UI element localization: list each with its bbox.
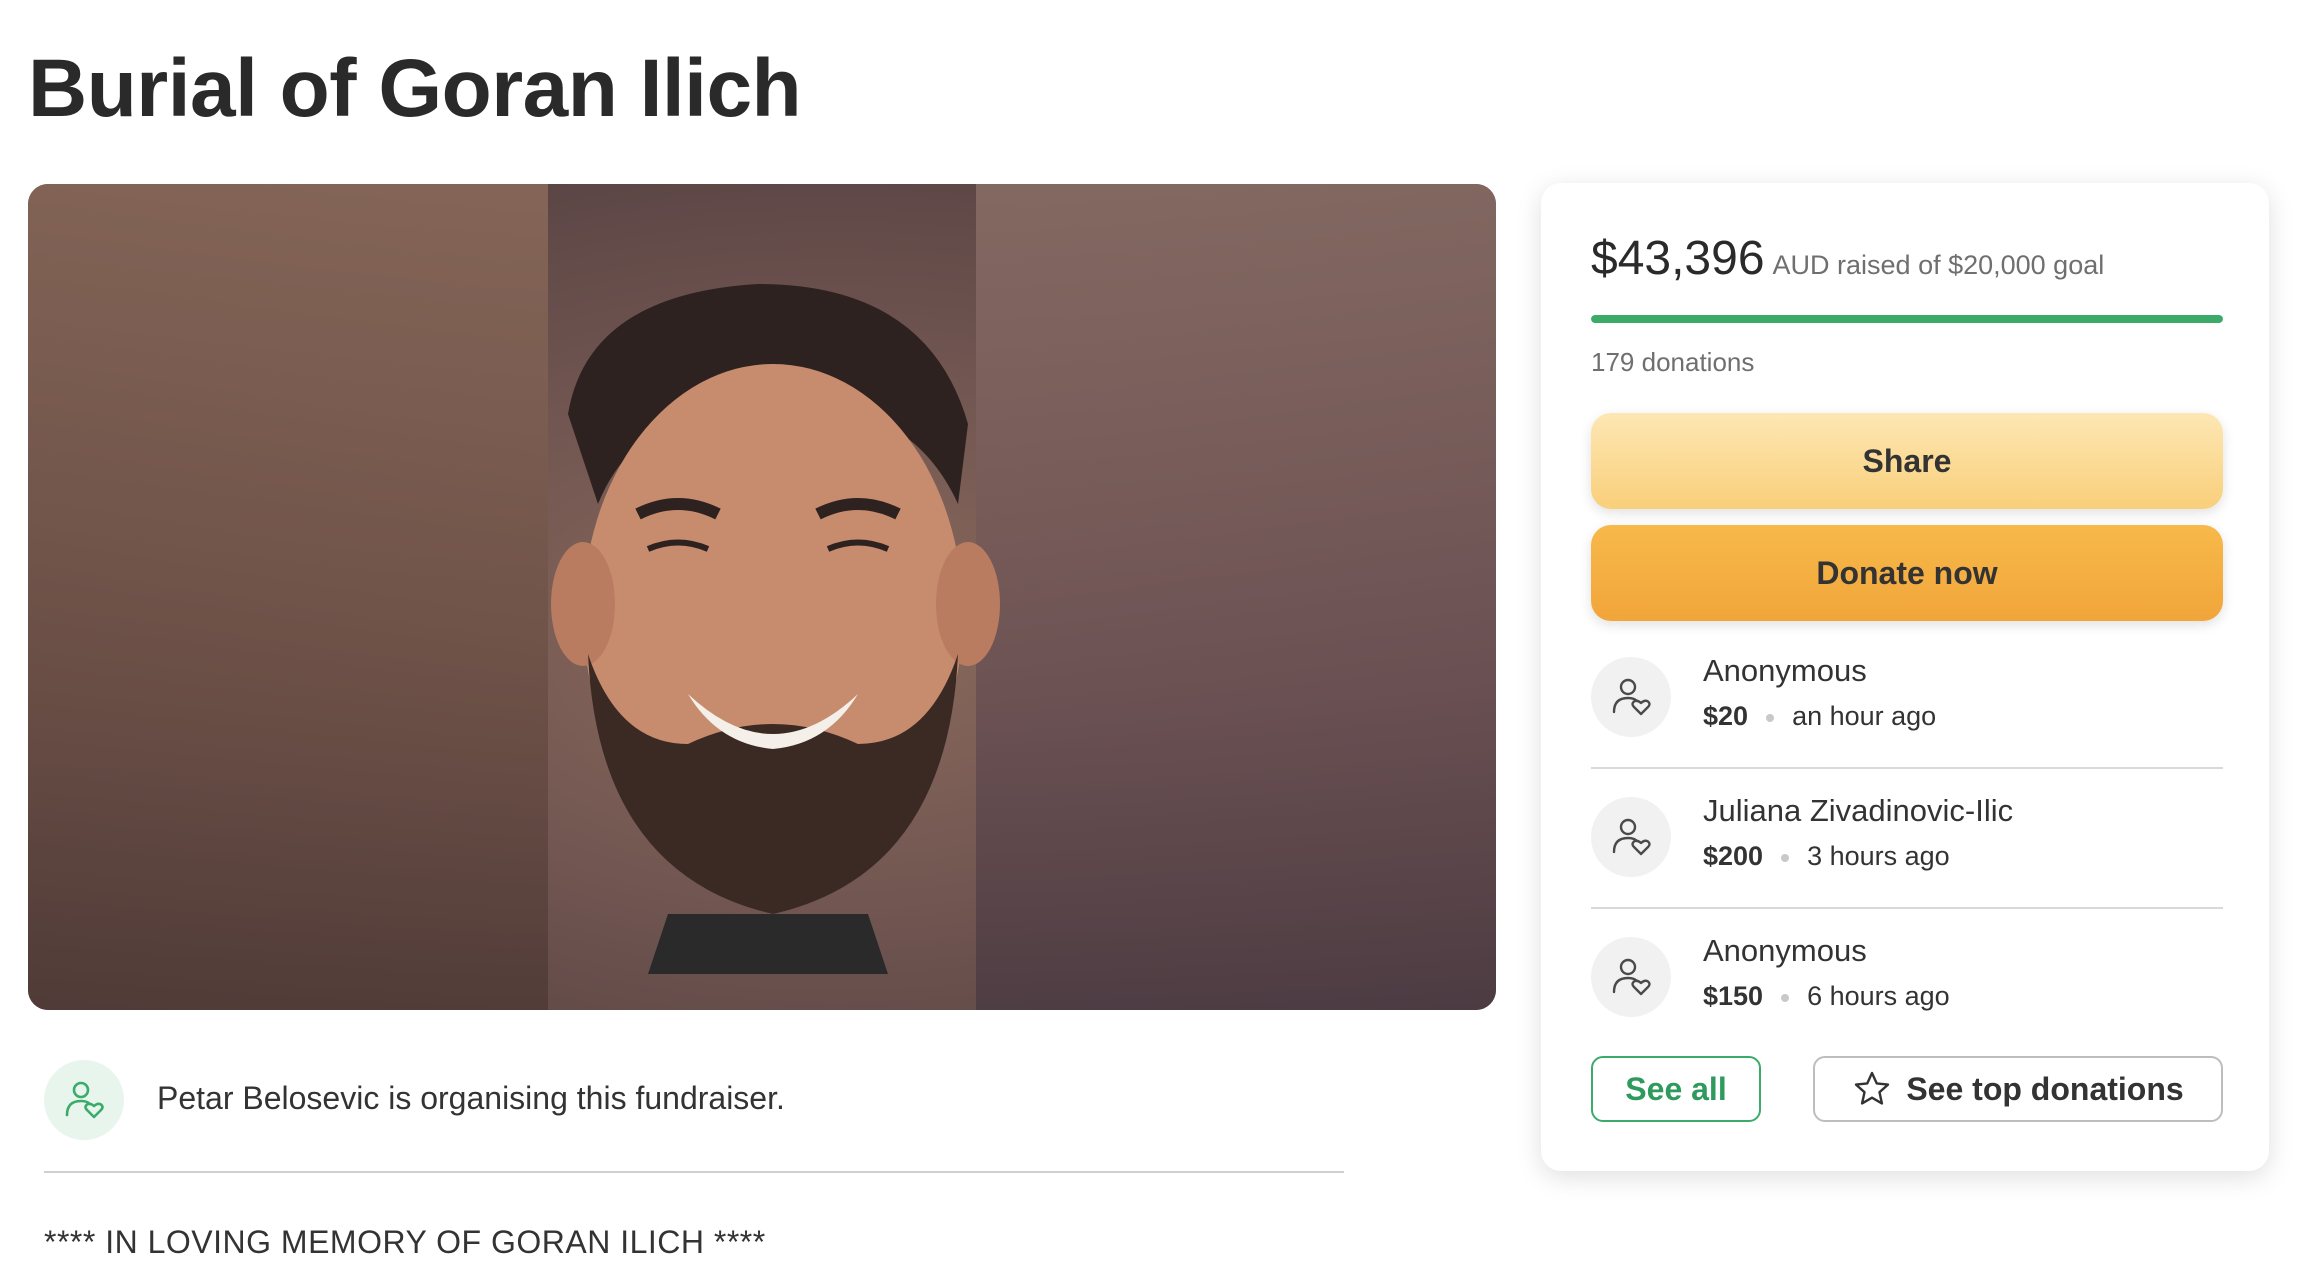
goal-text: AUD raised of $20,000 goal <box>1772 250 2105 280</box>
donation-meta: $200 3 hours ago <box>1703 841 1950 872</box>
donation-meta: $150 6 hours ago <box>1703 981 1950 1012</box>
donation-time: an hour ago <box>1792 701 1937 731</box>
amount-raised: $43,396 <box>1591 232 1765 285</box>
donation-item: Anonymous $20 an hour ago <box>1591 649 2223 749</box>
page-title: Burial of Goran Ilich <box>28 43 802 134</box>
person-heart-icon <box>65 1081 104 1119</box>
progress-bar <box>1591 315 2223 323</box>
portrait-illustration <box>551 284 1000 974</box>
divider <box>44 1171 1344 1173</box>
donation-time: 6 hours ago <box>1807 981 1950 1011</box>
organiser-avatar <box>44 1060 124 1140</box>
share-button[interactable]: Share <box>1591 413 2223 509</box>
star-icon <box>1855 1071 1890 1105</box>
donor-name: Anonymous <box>1703 653 1867 688</box>
donation-amount: $20 <box>1703 701 1749 731</box>
donor-name: Anonymous <box>1703 933 1867 968</box>
donor-name: Juliana Zivadinovic-Ilic <box>1703 793 2014 828</box>
fundraiser-photo <box>28 184 1496 1010</box>
donate-now-button[interactable]: Donate now <box>1591 525 2223 621</box>
donor-avatar <box>1591 937 1671 1017</box>
donation-card: $43,396 AUD raised of $20,000 goal 179 do… <box>1541 183 2269 1171</box>
organiser-text: Petar Belosevic is organising this fundr… <box>157 1080 785 1116</box>
donation-item: Juliana Zivadinovic-Ilic $200 3 hours ago <box>1591 789 2223 889</box>
donor-avatar <box>1591 797 1671 877</box>
donation-divider <box>1591 767 2223 769</box>
see-top-donations-label: See top donations <box>1906 1070 2184 1107</box>
donation-time: 3 hours ago <box>1807 841 1950 871</box>
organiser-row: Petar Belosevic is organising this fundr… <box>44 1060 1344 1140</box>
donation-meta: $20 an hour ago <box>1703 701 1936 732</box>
separator-dot <box>1781 993 1790 1002</box>
person-heart-icon <box>1612 818 1651 856</box>
see-all-button[interactable]: See all <box>1591 1056 1761 1122</box>
progress-fill <box>1591 315 2223 323</box>
photo-background-left <box>28 184 548 1010</box>
separator-dot <box>1781 853 1790 862</box>
person-heart-icon <box>1612 958 1651 996</box>
story-heading: **** IN LOVING MEMORY OF GORAN ILICH ***… <box>44 1224 766 1260</box>
donation-item: Anonymous $150 6 hours ago <box>1591 929 2223 1029</box>
raised-summary: $43,396 AUD raised of $20,000 goal <box>1591 231 2104 286</box>
donor-avatar <box>1591 657 1671 737</box>
see-top-donations-button[interactable]: See top donations <box>1813 1056 2223 1122</box>
separator-dot <box>1766 713 1775 722</box>
donation-divider <box>1591 907 2223 909</box>
donation-amount: $150 <box>1703 981 1764 1011</box>
person-heart-icon <box>1612 678 1651 716</box>
donation-amount: $200 <box>1703 841 1764 871</box>
donation-count: 179 donations <box>1591 347 1755 377</box>
photo-background-right <box>976 184 1496 1010</box>
